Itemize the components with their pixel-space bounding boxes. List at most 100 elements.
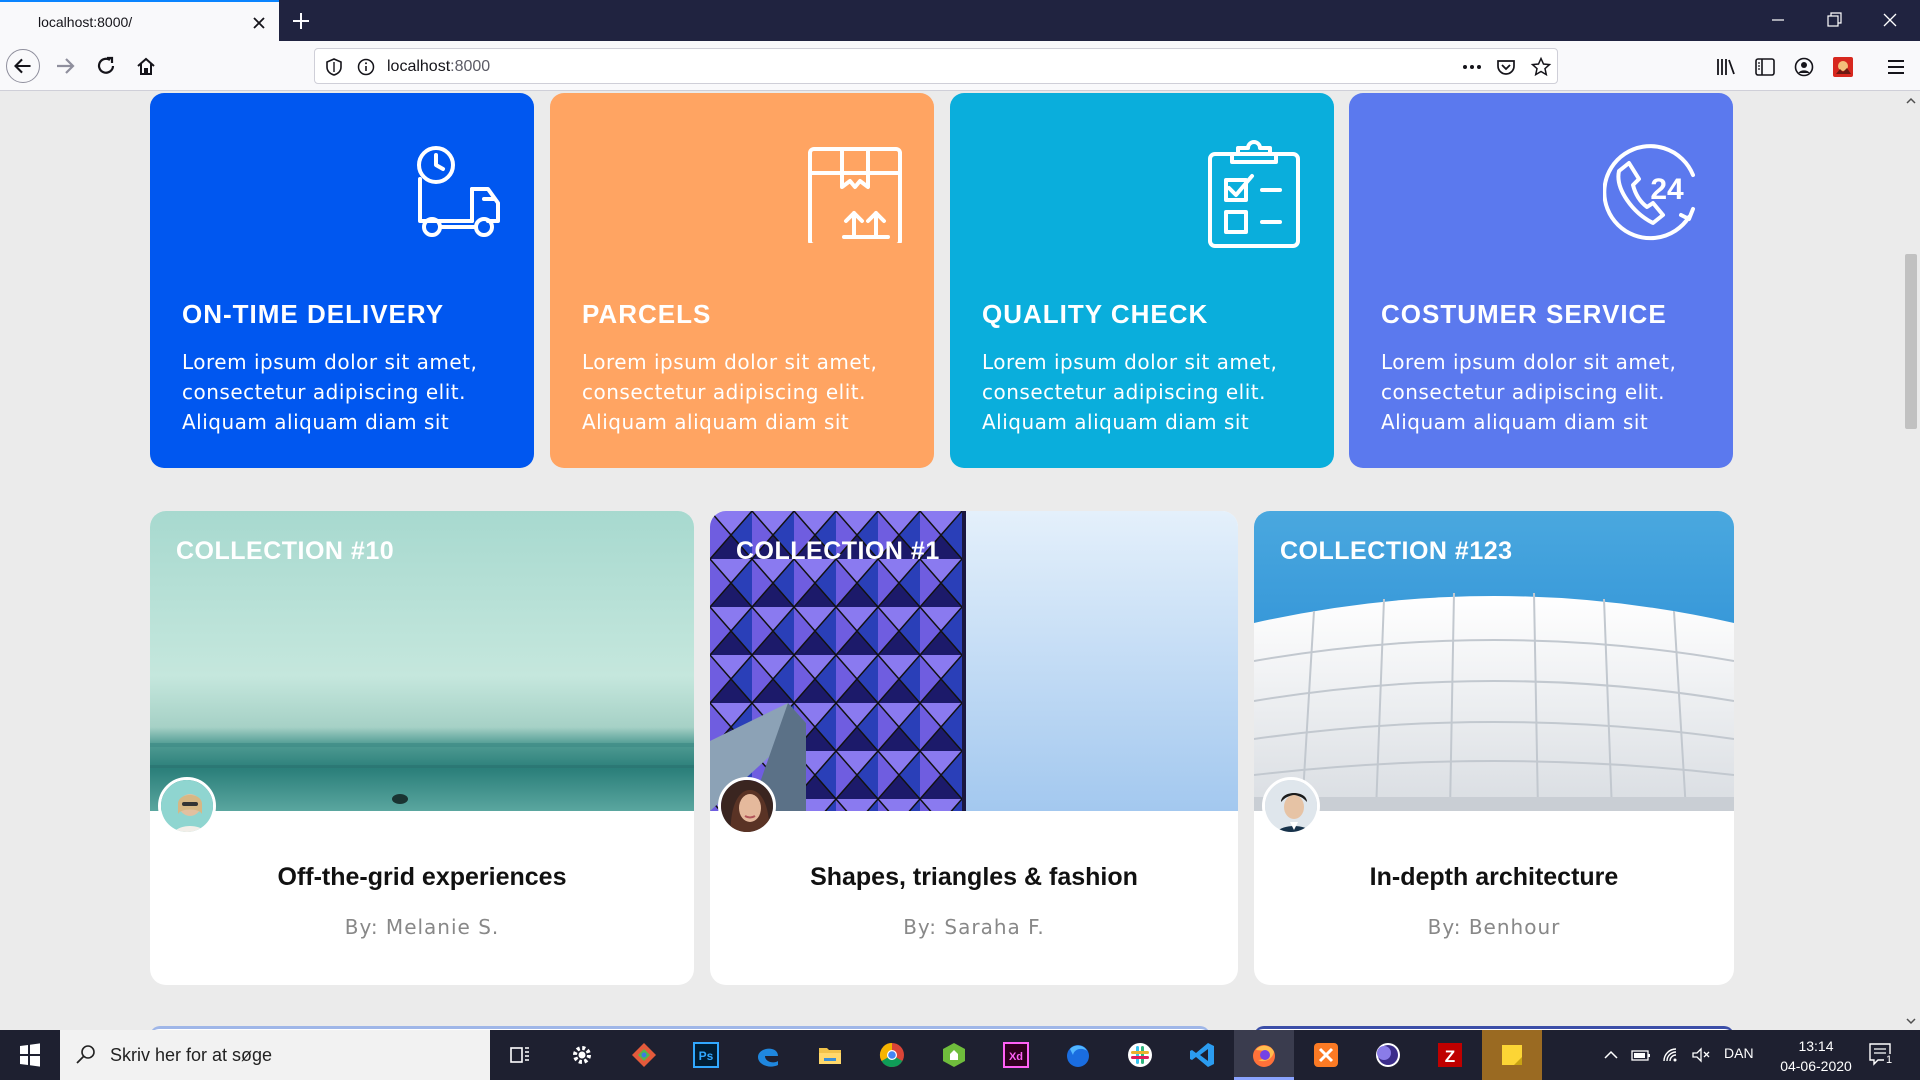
pocket-icon[interactable] bbox=[1495, 56, 1517, 78]
search-placeholder: Skriv her for at søge bbox=[110, 1045, 273, 1065]
wifi-icon[interactable] bbox=[1660, 1044, 1682, 1066]
filezilla-app[interactable]: Z bbox=[1420, 1030, 1480, 1080]
clipboard-checklist-icon bbox=[1208, 140, 1300, 248]
scrollbar-thumb[interactable] bbox=[1905, 254, 1917, 429]
svg-text:24: 24 bbox=[1650, 173, 1684, 206]
eclipse-app[interactable] bbox=[1358, 1030, 1418, 1080]
notification-icon bbox=[1869, 1043, 1891, 1066]
taskbar-search-box[interactable]: Skriv her for at søge bbox=[60, 1030, 490, 1080]
adobe-xd-app[interactable]: Xd bbox=[986, 1030, 1046, 1080]
photoshop-app[interactable]: Ps bbox=[676, 1030, 736, 1080]
collection-tag: COLLECTION #123 bbox=[1280, 537, 1513, 565]
volume-muted-icon[interactable] bbox=[1690, 1044, 1712, 1066]
node-app[interactable] bbox=[924, 1030, 984, 1080]
slack-icon bbox=[1128, 1043, 1152, 1067]
xampp-icon bbox=[1314, 1043, 1338, 1067]
feature-card-quality: QUALITY CHECK Lorem ipsum dolor sit amet… bbox=[950, 93, 1334, 468]
address-bar[interactable]: localhost:8000 bbox=[314, 48, 1558, 84]
feature-card-service: 24 COSTUMER SERVICE Lorem ipsum dolor si… bbox=[1349, 93, 1733, 468]
feature-text: Lorem ipsum dolor sit amet, consectetur … bbox=[982, 350, 1278, 434]
restore-icon[interactable] bbox=[1814, 5, 1854, 35]
author-avatar[interactable] bbox=[718, 777, 776, 835]
collection-card[interactable]: COLLECTION #123 In-depth architecture By… bbox=[1254, 511, 1734, 985]
page-viewport: ON-TIME DELIVERY Lorem ipsum dolor sit a… bbox=[0, 92, 1902, 1030]
back-arrow-icon[interactable] bbox=[6, 49, 40, 83]
clock-date: 04-06-2020 bbox=[1780, 1058, 1852, 1074]
url-port: :8000 bbox=[450, 58, 491, 75]
show-hidden-icons-chevron-icon[interactable] bbox=[1600, 1044, 1622, 1066]
author-avatar[interactable] bbox=[158, 777, 216, 835]
battery-icon[interactable] bbox=[1630, 1044, 1652, 1066]
collection-tag: COLLECTION #10 bbox=[176, 537, 395, 565]
forward-arrow-icon[interactable] bbox=[48, 49, 82, 83]
windows-taskbar: Skriv her for at søge Ps Xd Z DAN 13:14 … bbox=[0, 1030, 1920, 1080]
browser-tab-bar: localhost:8000/ bbox=[0, 0, 1920, 41]
reload-icon[interactable] bbox=[89, 49, 123, 83]
tracking-shield-icon[interactable] bbox=[323, 56, 345, 78]
input-language[interactable]: DAN bbox=[1724, 1045, 1754, 1061]
notification-count: 1 bbox=[1884, 1054, 1895, 1066]
menu-icon[interactable] bbox=[1883, 54, 1909, 80]
filezilla-icon: Z bbox=[1438, 1043, 1462, 1067]
sourcetree-app[interactable] bbox=[614, 1030, 674, 1080]
browser-toolbar: localhost:8000 bbox=[0, 41, 1920, 91]
site-info-icon[interactable] bbox=[355, 56, 377, 78]
library-icon[interactable] bbox=[1713, 54, 1739, 80]
close-tab-icon[interactable] bbox=[246, 10, 272, 36]
minimize-icon[interactable] bbox=[1758, 5, 1798, 35]
windows-start-icon[interactable] bbox=[0, 1030, 60, 1080]
new-tab-icon[interactable] bbox=[286, 8, 316, 34]
author-avatar[interactable] bbox=[1262, 777, 1320, 835]
extension-icon[interactable] bbox=[1830, 54, 1856, 80]
svg-text:Ps: Ps bbox=[699, 1049, 714, 1063]
firefox-dev-app[interactable] bbox=[1048, 1030, 1108, 1080]
git-diamond-icon bbox=[632, 1043, 656, 1067]
feature-title: PARCELS bbox=[582, 299, 712, 329]
collection-title: Off-the-grid experiences bbox=[277, 863, 567, 891]
bookmark-star-icon[interactable] bbox=[1530, 56, 1552, 78]
page-scrollbar[interactable] bbox=[1902, 92, 1920, 1030]
firefox-blue-icon bbox=[1067, 1045, 1089, 1067]
task-view-button[interactable] bbox=[490, 1030, 550, 1080]
feature-text: Lorem ipsum dolor sit amet, consectetur … bbox=[182, 350, 478, 434]
collection-author: By: Melanie S. bbox=[344, 915, 500, 939]
vscode-icon bbox=[1190, 1043, 1214, 1067]
xampp-app[interactable] bbox=[1296, 1030, 1356, 1080]
hexagon-icon bbox=[943, 1043, 965, 1067]
vscode-app[interactable] bbox=[1172, 1030, 1232, 1080]
phone-24-icon: 24 bbox=[1603, 144, 1695, 241]
page-actions-icon[interactable] bbox=[1461, 56, 1483, 78]
feature-title: COSTUMER SERVICE bbox=[1381, 299, 1667, 329]
file-explorer-app[interactable] bbox=[800, 1030, 860, 1080]
sticky-notes-app[interactable] bbox=[1482, 1030, 1542, 1080]
action-center-button[interactable]: 1 bbox=[1866, 1040, 1900, 1070]
collection-tag: COLLECTION #1 bbox=[736, 537, 940, 565]
slack-app[interactable] bbox=[1110, 1030, 1170, 1080]
adobe-xd-icon: Xd bbox=[1003, 1042, 1029, 1068]
browser-tab[interactable]: localhost:8000/ bbox=[0, 0, 279, 41]
feature-card-parcels: PARCELS Lorem ipsum dolor sit amet, cons… bbox=[550, 93, 934, 468]
firefox-icon bbox=[1253, 1045, 1275, 1067]
home-icon[interactable] bbox=[129, 49, 163, 83]
tab-title: localhost:8000/ bbox=[38, 14, 133, 30]
firefox-app[interactable] bbox=[1234, 1030, 1294, 1080]
chrome-app[interactable] bbox=[862, 1030, 922, 1080]
sidebar-icon[interactable] bbox=[1752, 54, 1778, 80]
collection-card[interactable]: COLLECTION #10 Off-the-grid experiences … bbox=[150, 511, 694, 985]
close-window-icon[interactable] bbox=[1870, 5, 1910, 35]
gear-icon bbox=[573, 1046, 591, 1064]
scroll-up-arrow-icon[interactable] bbox=[1902, 92, 1920, 110]
scroll-down-arrow-icon[interactable] bbox=[1902, 1012, 1920, 1030]
settings-app[interactable] bbox=[552, 1030, 612, 1080]
feature-title: QUALITY CHECK bbox=[982, 299, 1209, 329]
account-icon[interactable] bbox=[1791, 54, 1817, 80]
search-icon bbox=[76, 1045, 95, 1064]
feature-text: Lorem ipsum dolor sit amet, consectetur … bbox=[582, 350, 878, 434]
feature-text: Lorem ipsum dolor sit amet, consectetur … bbox=[1381, 350, 1677, 434]
collection-card[interactable]: COLLECTION #1 Shapes, triangles & fashio… bbox=[710, 511, 1238, 985]
task-view-icon bbox=[510, 1047, 529, 1063]
clock[interactable]: 13:14 04-06-2020 bbox=[1776, 1036, 1856, 1076]
collection-author: By: Benhour bbox=[1427, 915, 1561, 939]
clock-time: 13:14 bbox=[1798, 1038, 1834, 1054]
edge-app[interactable] bbox=[738, 1030, 798, 1080]
